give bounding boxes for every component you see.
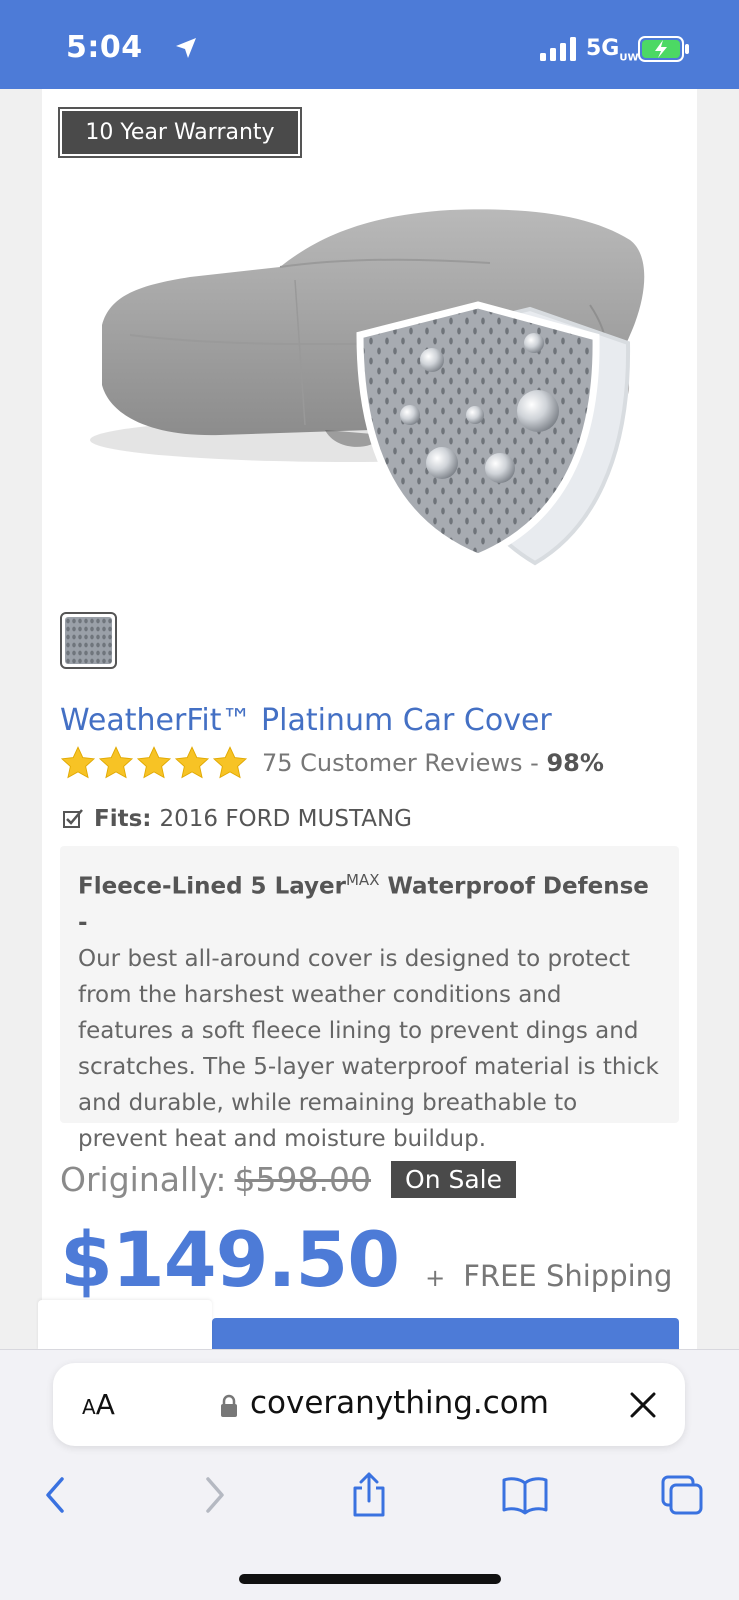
plus-sign: +: [425, 1264, 446, 1292]
star-icon: [212, 746, 248, 779]
star-icon: [98, 746, 134, 779]
forward-button[interactable]: [185, 1465, 245, 1525]
battery-charging-icon: [638, 36, 690, 66]
network-type: 5GUW: [586, 36, 639, 64]
fabric-swatch: [65, 617, 112, 664]
product-title[interactable]: WeatherFit™ Platinum Car Cover: [60, 703, 552, 738]
status-time: 5:04: [66, 30, 143, 65]
star-icon: [136, 746, 172, 779]
bookmarks-button[interactable]: [495, 1465, 555, 1525]
original-price-row: Originally: $598.00 On Sale: [60, 1160, 517, 1199]
signal-bars-icon: [540, 37, 576, 61]
home-indicator[interactable]: [239, 1574, 501, 1584]
free-shipping-label: FREE Shipping: [463, 1259, 673, 1293]
rating-percent: 98%: [546, 749, 604, 777]
original-price: $598.00: [234, 1160, 372, 1199]
close-icon[interactable]: [628, 1390, 658, 1424]
warranty-badge: 10 Year Warranty: [58, 107, 302, 158]
text-size-button[interactable]: AA: [82, 1388, 115, 1421]
quantity-selector[interactable]: [38, 1300, 212, 1350]
share-icon: [353, 1472, 385, 1517]
chevron-right-icon: [206, 1477, 224, 1513]
location-arrow-icon: [174, 36, 198, 64]
fits-vehicle: 2016 FORD MUSTANG: [159, 806, 412, 832]
share-button[interactable]: [339, 1465, 399, 1525]
description-body: Our best all-around cover is designed to…: [78, 945, 659, 1152]
warranty-badge-label: 10 Year Warranty: [62, 111, 298, 154]
sale-badge: On Sale: [391, 1161, 517, 1198]
tabs-button[interactable]: [652, 1465, 712, 1525]
star-rating: [60, 745, 248, 781]
star-icon: [60, 746, 96, 779]
image-thumbnail[interactable]: [60, 612, 117, 669]
fits-label: Fits:: [94, 806, 152, 832]
product-description: Fleece-Lined 5 LayerMAX Waterproof Defen…: [60, 846, 679, 1152]
checkbox-check-icon: [63, 809, 83, 828]
fitment-row: Fits: 2016 FORD MUSTANG: [62, 806, 412, 832]
add-to-cart-button[interactable]: [212, 1318, 679, 1350]
price-row: $149.50 + FREE Shipping: [60, 1215, 672, 1304]
back-button[interactable]: [25, 1465, 85, 1525]
sale-price: $149.50: [60, 1215, 400, 1304]
browser-toolbar: [0, 1465, 739, 1525]
chevron-left-icon: [46, 1477, 64, 1513]
reviews-text: 75 Customer Reviews - 98%: [262, 749, 604, 777]
product-image[interactable]: [70, 185, 690, 595]
url-text[interactable]: coveranything.com: [250, 1385, 549, 1421]
lock-icon: [219, 1394, 239, 1422]
original-price-label: Originally:: [60, 1160, 227, 1199]
reviews-count: 75 Customer Reviews -: [262, 749, 547, 777]
tabs-icon: [661, 1475, 703, 1515]
rating-row[interactable]: 75 Customer Reviews - 98%: [60, 745, 604, 781]
star-icon: [174, 746, 210, 779]
description-heading: Fleece-Lined 5 LayerMAX Waterproof Defen…: [78, 871, 649, 936]
status-bar: 5:04 5GUW: [0, 0, 739, 89]
book-icon: [502, 1477, 548, 1515]
